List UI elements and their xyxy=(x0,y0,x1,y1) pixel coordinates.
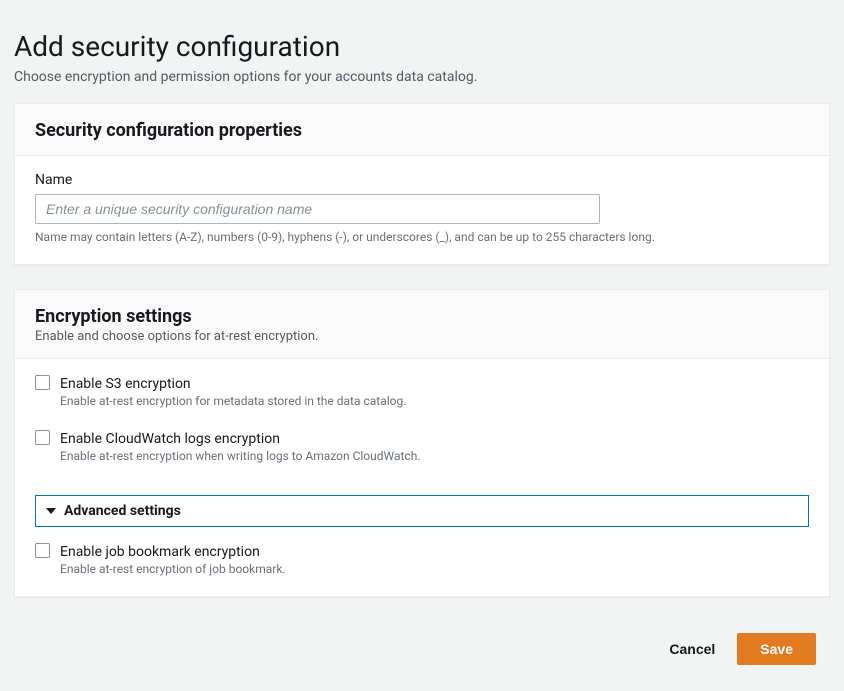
properties-panel: Security configuration properties Name N… xyxy=(14,103,830,265)
cancel-button[interactable]: Cancel xyxy=(665,633,719,665)
name-label: Name xyxy=(35,172,809,188)
cloudwatch-encryption-label[interactable]: Enable CloudWatch logs encryption xyxy=(60,431,280,447)
bookmark-encryption-row: Enable job bookmark encryption Enable at… xyxy=(15,527,829,596)
footer-actions: Cancel Save xyxy=(0,621,844,677)
page-header: Add security configuration Choose encryp… xyxy=(0,0,844,103)
advanced-settings-label: Advanced settings xyxy=(64,503,181,519)
s3-encryption-content: Enable S3 encryption Enable at-rest encr… xyxy=(60,373,809,408)
save-button[interactable]: Save xyxy=(737,633,816,665)
cloudwatch-encryption-checkbox[interactable] xyxy=(35,430,50,445)
page-subtitle: Choose encryption and permission options… xyxy=(14,69,830,85)
cloudwatch-encryption-description: Enable at-rest encryption when writing l… xyxy=(60,449,809,463)
bookmark-encryption-checkbox[interactable] xyxy=(35,543,50,558)
cloudwatch-encryption-content: Enable CloudWatch logs encryption Enable… xyxy=(60,428,809,463)
page-title: Add security configuration xyxy=(14,30,830,63)
s3-encryption-checkbox[interactable] xyxy=(35,375,50,390)
name-input[interactable] xyxy=(35,194,600,224)
caret-down-icon xyxy=(46,508,56,514)
properties-panel-header: Security configuration properties xyxy=(15,104,829,156)
bookmark-encryption-description: Enable at-rest encryption of job bookmar… xyxy=(60,562,809,576)
bookmark-encryption-label[interactable]: Enable job bookmark encryption xyxy=(60,544,260,560)
properties-panel-title: Security configuration properties xyxy=(35,120,809,141)
encryption-panel-title: Encryption settings xyxy=(35,306,809,327)
properties-panel-body: Name Name may contain letters (A-Z), num… xyxy=(15,156,829,264)
encryption-panel-subtitle: Enable and choose options for at-rest en… xyxy=(35,329,809,344)
encryption-panel: Encryption settings Enable and choose op… xyxy=(14,289,830,597)
encryption-panel-header: Encryption settings Enable and choose op… xyxy=(15,290,829,359)
s3-encryption-row: Enable S3 encryption Enable at-rest encr… xyxy=(15,359,829,414)
cloudwatch-encryption-row: Enable CloudWatch logs encryption Enable… xyxy=(15,414,829,483)
name-help-text: Name may contain letters (A-Z), numbers … xyxy=(35,230,809,244)
s3-encryption-description: Enable at-rest encryption for metadata s… xyxy=(60,394,809,408)
bookmark-encryption-content: Enable job bookmark encryption Enable at… xyxy=(60,541,809,576)
s3-encryption-label[interactable]: Enable S3 encryption xyxy=(60,376,191,392)
advanced-settings-toggle[interactable]: Advanced settings xyxy=(35,495,809,527)
